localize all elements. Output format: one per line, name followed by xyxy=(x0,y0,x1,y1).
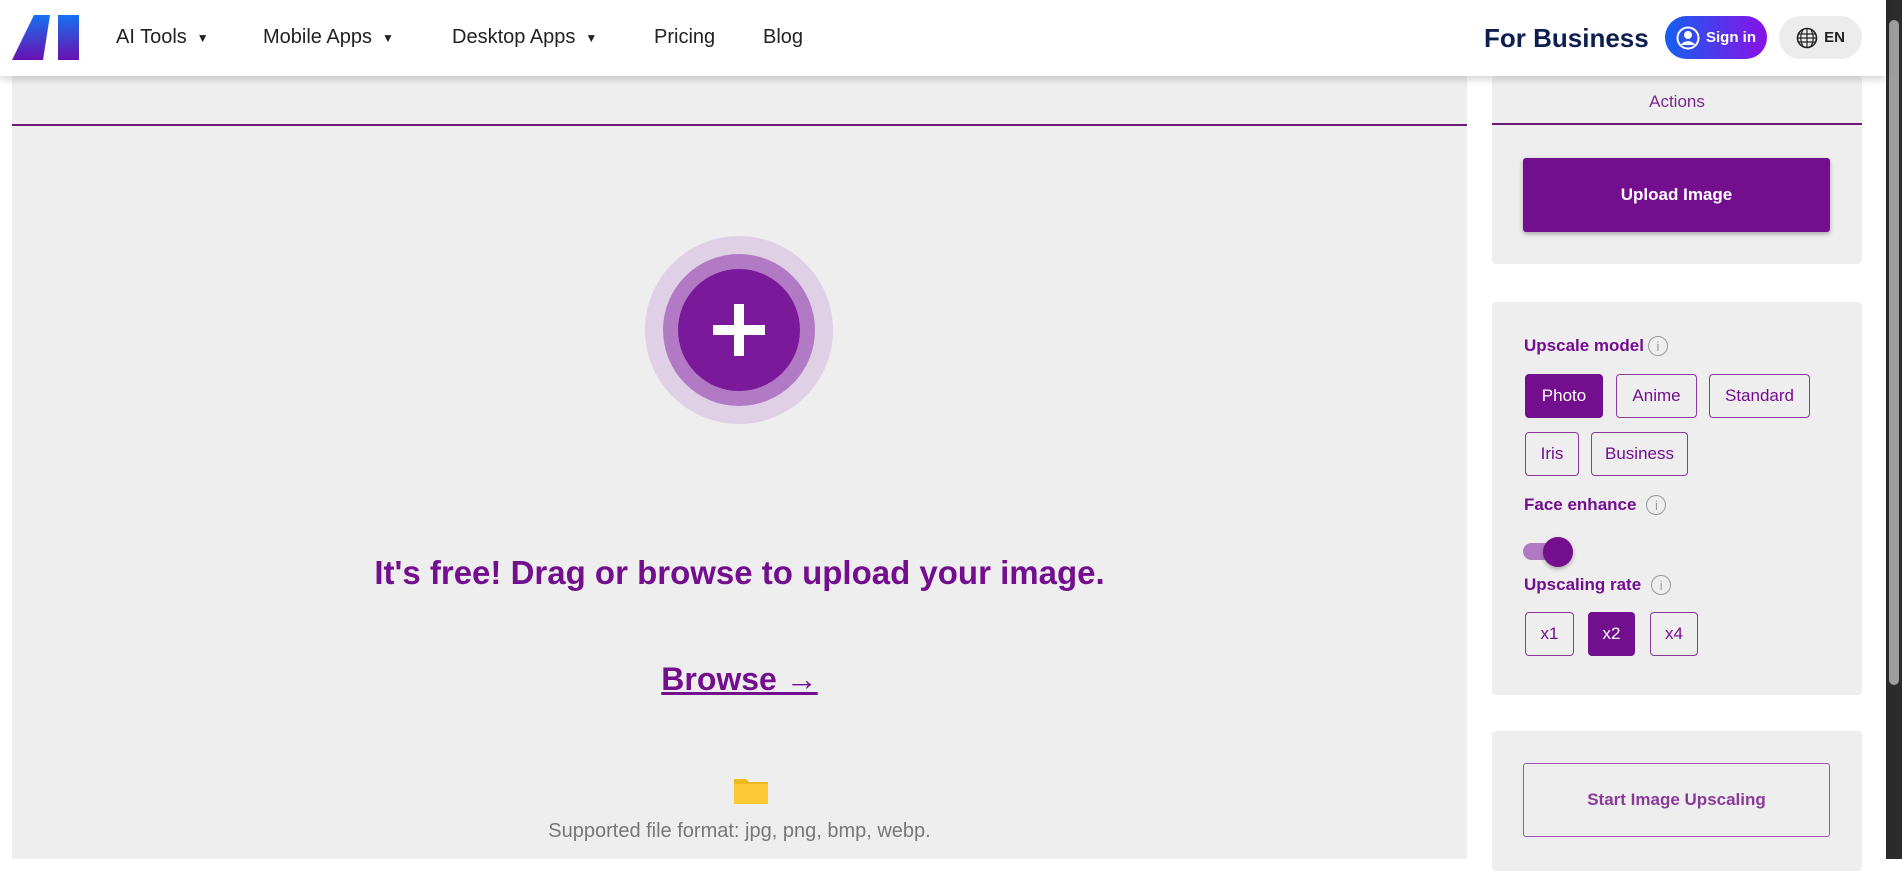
nav-label: Desktop Apps xyxy=(452,26,576,48)
caret-down-icon: ▼ xyxy=(196,30,209,45)
label-text: Upscaling rate xyxy=(1524,575,1642,594)
supported-formats: Supported file format: jpg, png, bmp, we… xyxy=(548,820,931,842)
user-icon xyxy=(1676,26,1700,49)
language-selector[interactable]: EN xyxy=(1779,16,1862,59)
nav-desktop-apps[interactable]: Desktop Apps ▼ xyxy=(452,26,597,49)
scrollbar-thumb[interactable] xyxy=(1889,20,1899,685)
face-enhance-label: Face enhance i xyxy=(1524,495,1667,515)
language-label: EN xyxy=(1824,29,1845,46)
logo[interactable] xyxy=(12,15,79,60)
actions-title: Actions xyxy=(1649,92,1705,111)
folder-icon xyxy=(734,779,768,804)
top-nav: AI Tools ▼ Mobile Apps ▼ Desktop Apps ▼ Pri… xyxy=(0,0,1886,76)
nav-label: Mobile Apps xyxy=(263,26,372,48)
nav-blog[interactable]: Blog xyxy=(763,26,803,49)
face-enhance-toggle[interactable] xyxy=(1523,537,1573,567)
model-photo[interactable]: Photo xyxy=(1525,374,1603,418)
nav-label: Pricing xyxy=(654,26,716,48)
model-anime[interactable]: Anime xyxy=(1616,374,1697,418)
divider xyxy=(1492,123,1862,125)
start-upscaling-button[interactable]: Start Image Upscaling xyxy=(1523,763,1830,837)
toggle-knob xyxy=(1543,537,1573,567)
upscale-model-label: Upscale model i xyxy=(1524,336,1668,356)
nav-label: Blog xyxy=(763,26,804,48)
sign-in-button[interactable]: Sign in xyxy=(1665,16,1767,59)
rate-x1[interactable]: x1 xyxy=(1525,612,1574,656)
upload-image-button[interactable]: Upload Image xyxy=(1523,158,1830,232)
label-text: Upscale model xyxy=(1524,336,1644,355)
upscaling-rate-label: Upscaling rate i xyxy=(1524,575,1672,595)
nav-mobile-apps[interactable]: Mobile Apps ▼ xyxy=(263,26,394,49)
label-text: Face enhance xyxy=(1524,495,1637,514)
rate-x2[interactable]: x2 xyxy=(1588,612,1635,656)
caret-down-icon: ▼ xyxy=(381,30,394,45)
nav-label: AI Tools xyxy=(116,26,187,48)
model-business[interactable]: Business xyxy=(1591,432,1688,476)
sign-in-label: Sign in xyxy=(1706,29,1756,46)
plus-icon xyxy=(713,304,765,356)
add-button[interactable] xyxy=(678,269,800,391)
upload-heading: It's free! Drag or browse to upload your… xyxy=(374,554,1105,591)
for-business-link[interactable]: For Business xyxy=(1484,23,1649,54)
rate-x4[interactable]: x4 xyxy=(1650,612,1698,656)
info-icon[interactable]: i xyxy=(1648,336,1668,356)
browse-link[interactable]: Browse → xyxy=(661,661,817,697)
divider xyxy=(12,124,1467,126)
scrollbar[interactable] xyxy=(1886,0,1902,859)
settings-panel: Upscale model i Photo Anime Standard Iris… xyxy=(1492,302,1862,695)
actions-panel: Actions Upload Image xyxy=(1492,76,1862,264)
info-icon[interactable]: i xyxy=(1646,495,1667,515)
model-standard[interactable]: Standard xyxy=(1709,374,1810,418)
nav-pricing[interactable]: Pricing xyxy=(654,26,715,49)
caret-down-icon: ▼ xyxy=(585,30,598,45)
model-iris[interactable]: Iris xyxy=(1525,432,1579,476)
start-panel: Start Image Upscaling xyxy=(1492,731,1862,871)
globe-icon xyxy=(1796,27,1818,48)
upload-dropzone[interactable]: It's free! Drag or browse to upload your… xyxy=(12,76,1467,859)
info-icon[interactable]: i xyxy=(1651,575,1672,595)
nav-ai-tools[interactable]: AI Tools ▼ xyxy=(116,26,209,49)
